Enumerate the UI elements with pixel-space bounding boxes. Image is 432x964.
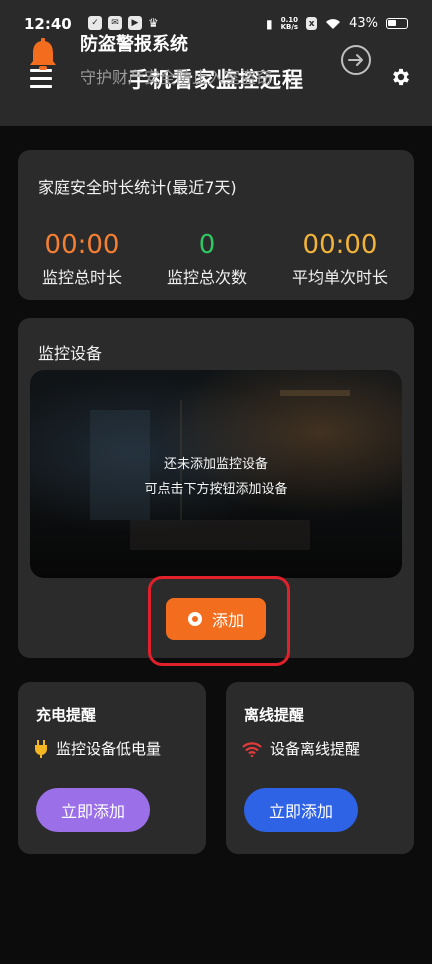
reminder-desc: 设备离线提醒 bbox=[242, 738, 360, 759]
vibrate-icon: ▮ bbox=[266, 16, 273, 31]
stat-value: 00:00 bbox=[302, 230, 378, 260]
reminder-title: 充电提醒 bbox=[36, 706, 97, 724]
add-device-button[interactable]: 添加 bbox=[166, 598, 266, 640]
add-offline-reminder-button[interactable]: 立即添加 bbox=[244, 788, 358, 832]
room-background bbox=[130, 520, 310, 550]
arrow-circle-icon[interactable] bbox=[340, 44, 372, 76]
stats-title: 家庭安全时长统计(最近7天) bbox=[38, 178, 237, 197]
reminder-title: 离线提醒 bbox=[244, 706, 305, 724]
sim-icon: x bbox=[306, 17, 318, 30]
devices-title: 监控设备 bbox=[38, 344, 103, 363]
empty-message: 还未添加监控设备 可点击下方按钮添加设备 bbox=[30, 452, 402, 502]
battery-percent: 43% bbox=[349, 16, 378, 31]
notification-icon: ✓ bbox=[88, 16, 102, 30]
reminder-desc: 监控设备低电量 bbox=[34, 738, 161, 759]
alarm-subtitle: 守护财产安全防止入室盗窃 bbox=[80, 68, 273, 87]
stat-label: 平均单次时长 bbox=[291, 268, 388, 287]
stat-average-duration: 00:00 平均单次时长 bbox=[274, 230, 406, 288]
battery-icon bbox=[386, 18, 408, 29]
status-time: 12:40 bbox=[24, 15, 72, 33]
wifi-icon bbox=[242, 741, 262, 757]
reminder-desc-text: 设备离线提醒 bbox=[270, 740, 361, 758]
notification-icons: ✓ ✉ ▶ ♛ bbox=[88, 16, 159, 30]
play-icon: ▶ bbox=[128, 16, 142, 30]
bell-icon bbox=[30, 38, 56, 70]
alarm-title: 防盗警报系统 bbox=[80, 34, 188, 55]
stats-card: 家庭安全时长统计(最近7天) 00:00 监控总时长 0 监控总次数 00:00… bbox=[18, 150, 414, 300]
stat-value: 0 bbox=[198, 230, 216, 260]
empty-device-placeholder: 还未添加监控设备 可点击下方按钮添加设备 bbox=[30, 370, 402, 578]
speed-unit: KB/s bbox=[280, 22, 299, 31]
status-right: ▮ 0.10 KB/s x 43% bbox=[266, 16, 408, 31]
network-speed: 0.10 KB/s bbox=[280, 16, 299, 31]
stat-label: 监控总时长 bbox=[41, 268, 122, 287]
message-icon: ✉ bbox=[108, 16, 122, 30]
room-background bbox=[280, 390, 350, 396]
reminder-desc-text: 监控设备低电量 bbox=[56, 740, 162, 758]
gear-icon[interactable] bbox=[390, 66, 412, 88]
empty-line-1: 还未添加监控设备 bbox=[163, 457, 268, 472]
plug-icon bbox=[35, 739, 47, 758]
stat-value: 00:00 bbox=[44, 230, 120, 260]
charging-reminder-card: 充电提醒 监控设备低电量 立即添加 bbox=[18, 682, 206, 854]
crown-icon: ♛ bbox=[148, 16, 159, 30]
add-button-label: 添加 bbox=[211, 611, 244, 630]
stat-total-count: 0 监控总次数 bbox=[141, 230, 273, 288]
offline-reminder-card: 离线提醒 设备离线提醒 立即添加 bbox=[226, 682, 414, 854]
empty-line-2: 可点击下方按钮添加设备 bbox=[144, 482, 288, 497]
stat-total-duration: 00:00 监控总时长 bbox=[16, 230, 148, 288]
wifi-status-icon bbox=[326, 18, 341, 29]
stat-label: 监控总次数 bbox=[166, 268, 247, 287]
add-charging-reminder-button[interactable]: 立即添加 bbox=[36, 788, 150, 832]
camera-icon bbox=[187, 612, 202, 626]
